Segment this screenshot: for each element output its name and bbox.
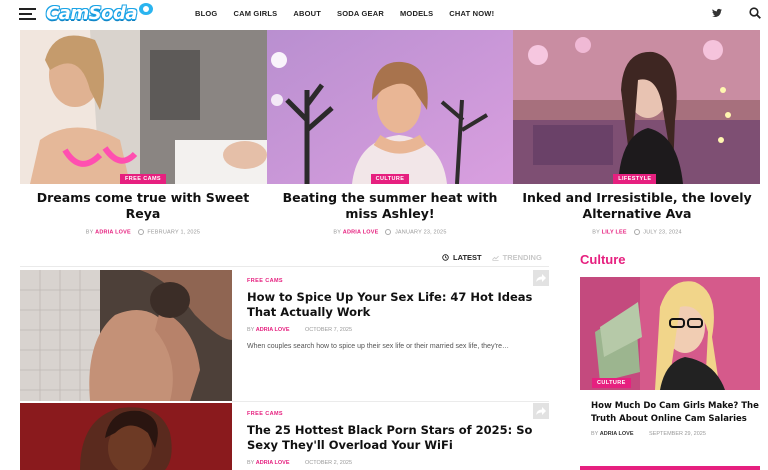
twitter-icon[interactable] xyxy=(712,8,722,18)
featured-3-author[interactable]: LILY LEE xyxy=(602,229,627,235)
featured-3-meta: Inked and Irresistible, the lovely Alter… xyxy=(514,190,760,235)
site-header: CamSoda BLOG CAM GIRLS ABOUT SODA GEAR M… xyxy=(0,0,768,28)
by-label: BY xyxy=(247,460,255,466)
featured-2-date: JANUARY 23, 2025 xyxy=(394,229,447,236)
featured-1-meta: Dreams come true with Sweet Reya BY ADRI… xyxy=(20,190,266,235)
tab-latest[interactable]: LATEST xyxy=(442,253,482,262)
featured-strip: FREE CAMS CULTURE LIFESTYLE xyxy=(20,30,760,184)
list-item: FREE CAMS The 25 Hottest Black Porn Star… xyxy=(20,403,549,470)
post-1-category[interactable]: FREE CAMS xyxy=(247,278,537,284)
nav-models[interactable]: MODELS xyxy=(400,9,433,18)
featured-image-1[interactable]: FREE CAMS xyxy=(20,30,267,184)
post-2-category[interactable]: FREE CAMS xyxy=(247,411,537,417)
sidebar-byline: BY ADRIA LOVE SEPTEMBER 29, 2025 xyxy=(591,431,761,437)
featured-2-author[interactable]: ADRIA LOVE xyxy=(343,229,379,235)
featured-3-date: JULY 23, 2024 xyxy=(643,229,682,236)
sidebar-author[interactable]: ADRIA LOVE xyxy=(600,431,634,437)
clock-icon xyxy=(385,229,392,235)
clock-icon xyxy=(137,229,144,235)
post-1-byline: BY ADRIA LOVE OCTOBER 7, 2025 xyxy=(247,327,537,333)
logo-bubble-icon xyxy=(138,3,153,15)
tabs-divider xyxy=(20,266,549,267)
nav-cam-girls[interactable]: CAM GIRLS xyxy=(233,9,277,18)
menu-icon[interactable] xyxy=(19,8,36,20)
featured-image-3[interactable]: LIFESTYLE xyxy=(513,30,760,184)
search-icon[interactable] xyxy=(749,7,761,19)
featured-2-title[interactable]: Beating the summer heat with miss Ashley… xyxy=(267,190,513,221)
post-2-byline: BY ADRIA LOVE OCTOBER 2, 2025 xyxy=(247,460,537,466)
list-item: FREE CAMS How to Spice Up Your Sex Life:… xyxy=(20,270,549,401)
featured-2-meta: Beating the summer heat with miss Ashley… xyxy=(267,190,513,235)
post-1-date: OCTOBER 7, 2025 xyxy=(305,327,353,333)
logo-text: CamSoda xyxy=(46,2,137,24)
share-button[interactable] xyxy=(533,403,549,419)
sidebar-headline[interactable]: How Much Do Cam Girls Make? The Truth Ab… xyxy=(591,400,761,425)
post-1-body: FREE CAMS How to Spice Up Your Sex Life:… xyxy=(247,278,537,352)
sidebar-image[interactable]: CULTURE xyxy=(580,277,760,390)
by-label: BY xyxy=(247,327,255,333)
sidebar-post: How Much Do Cam Girls Make? The Truth Ab… xyxy=(591,400,761,437)
featured-image-2[interactable]: CULTURE xyxy=(266,30,514,184)
featured-1-author[interactable]: ADRIA LOVE xyxy=(95,229,131,235)
post-2-title[interactable]: The 25 Hottest Black Porn Stars of 2025:… xyxy=(247,423,537,453)
featured-1-title[interactable]: Dreams come true with Sweet Reya xyxy=(20,190,266,221)
nav-blog[interactable]: BLOG xyxy=(195,9,217,18)
post-2-author[interactable]: ADRIA LOVE xyxy=(256,460,290,466)
trending-icon xyxy=(491,255,499,261)
featured-3-title[interactable]: Inked and Irresistible, the lovely Alter… xyxy=(514,190,760,221)
post-2-body: FREE CAMS The 25 Hottest Black Porn Star… xyxy=(247,411,537,466)
by-label: BY xyxy=(592,229,600,236)
nav-chat-now[interactable]: CHAT NOW! xyxy=(449,9,494,18)
share-icon xyxy=(536,274,546,282)
featured-1-category-badge[interactable]: FREE CAMS xyxy=(120,174,166,184)
main-nav: BLOG CAM GIRLS ABOUT SODA GEAR MODELS CH… xyxy=(195,9,510,18)
post-1-image[interactable] xyxy=(20,270,232,401)
tab-latest-label: LATEST xyxy=(453,253,482,262)
featured-2-category-badge[interactable]: CULTURE xyxy=(370,174,410,184)
post-1-author[interactable]: ADRIA LOVE xyxy=(256,327,290,333)
tab-trending[interactable]: TRENDING xyxy=(491,253,542,262)
post-1-excerpt: When couples search how to spice up thei… xyxy=(247,343,510,350)
clock-icon xyxy=(633,229,640,235)
post-1-title[interactable]: How to Spice Up Your Sex Life: 47 Hot Id… xyxy=(247,290,537,320)
tab-trending-label: TRENDING xyxy=(502,253,542,262)
featured-1-byline: BY ADRIA LOVE FEBRUARY 1, 2025 xyxy=(20,229,266,235)
featured-3-category-badge[interactable]: LIFESTYLE xyxy=(613,174,657,184)
share-button[interactable] xyxy=(533,270,549,286)
nav-about[interactable]: ABOUT xyxy=(293,9,321,18)
by-label: BY xyxy=(85,229,94,236)
by-label: BY xyxy=(591,431,599,437)
nav-soda-gear[interactable]: SODA GEAR xyxy=(337,9,384,18)
clock-icon xyxy=(442,254,449,261)
post-separator xyxy=(232,401,549,402)
site-logo[interactable]: CamSoda xyxy=(46,1,153,25)
sidebar-category-badge[interactable]: CULTURE xyxy=(592,378,631,388)
post-2-date: OCTOBER 2, 2025 xyxy=(305,460,353,466)
post-tabs: LATEST TRENDING xyxy=(442,253,552,262)
sidebar-section-title[interactable]: Culture xyxy=(580,252,626,267)
featured-3-byline: BY LILY LEE JULY 23, 2024 xyxy=(514,229,760,235)
by-label: BY xyxy=(333,229,342,236)
sidebar-accent-bar xyxy=(580,466,760,470)
sidebar-date: SEPTEMBER 29, 2025 xyxy=(649,431,706,437)
featured-1-date: FEBRUARY 1, 2025 xyxy=(147,229,201,236)
share-icon xyxy=(536,407,546,415)
featured-2-byline: BY ADRIA LOVE JANUARY 23, 2025 xyxy=(267,229,513,235)
post-2-image[interactable] xyxy=(20,403,232,470)
